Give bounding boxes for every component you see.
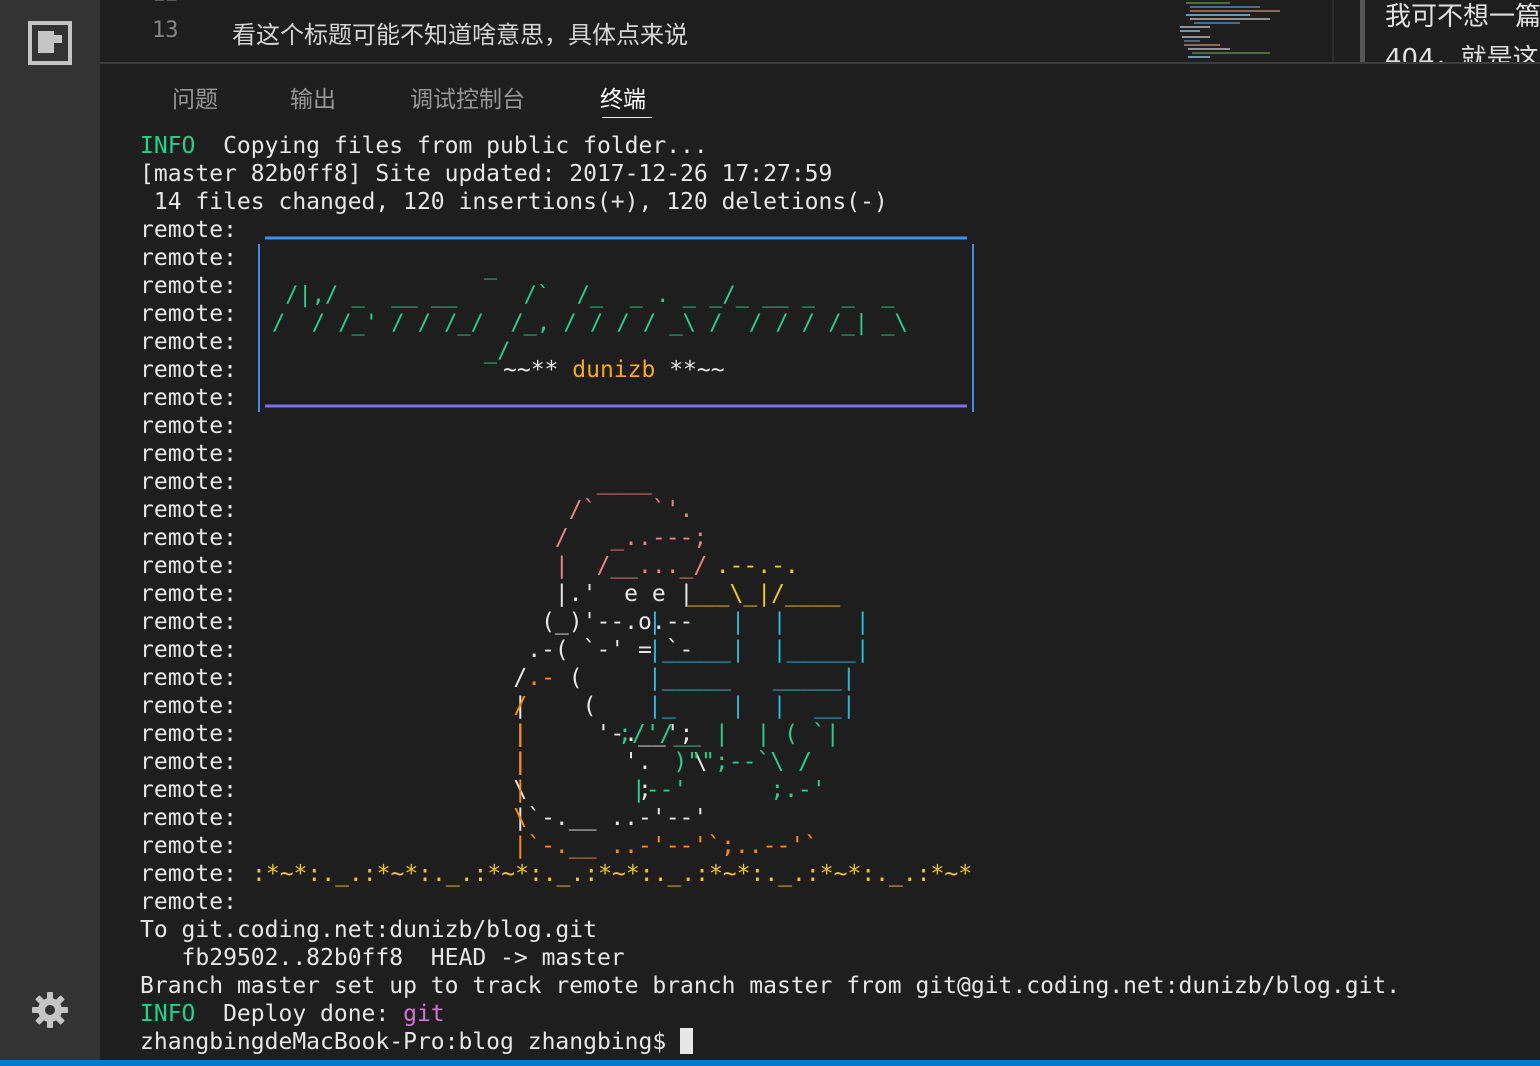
remote-prefix: remote:: [140, 609, 237, 635]
remote-prefix: remote:: [140, 329, 237, 355]
line-number-prev: 12: [152, 0, 179, 7]
gift-bow-ascii: .--.-. ___\_|/____: [688, 553, 841, 607]
remote-prefix: remote:: [140, 525, 237, 551]
santa-hat-ascii: ____ /` `'. / _..---; | /__..._/: [554, 469, 708, 579]
line-number: 13: [152, 18, 179, 43]
remote-prefix: remote:: [140, 497, 237, 523]
deploy-target: git: [403, 1001, 445, 1027]
panel-tabs: 问题 输出 调试控制台 终端: [100, 64, 1540, 124]
shell-prompt: zhangbingdeMacBook-Pro:blog zhangbing$: [140, 1029, 681, 1055]
gift-box-ascii: | | | | |_____| |_____| |_____ _____| |_…: [648, 609, 870, 719]
banner-author: ~~** dunizb **~~: [503, 357, 725, 383]
remote-prefix: remote:: [140, 581, 237, 607]
remote-prefix: remote:: [140, 889, 237, 915]
sparkle-line: :*~*:._.:*~*:._.:*~*:._.:*~*:._.:*~*:._.…: [252, 861, 973, 887]
terminal[interactable]: INFO Copying files from public folder...…: [140, 130, 1530, 1056]
remote-prefix: remote:: [140, 665, 237, 691]
remote-prefix: remote:: [140, 553, 237, 579]
info-label: INFO: [140, 1001, 196, 1027]
remote-prefix: remote:: [140, 693, 237, 719]
terminal-line: [master 82b0ff8] Site updated: 2017-12-2…: [140, 161, 833, 187]
deploy-text: Deploy done:: [195, 1001, 404, 1027]
activity-bar: [0, 0, 100, 1066]
remote-prefix: remote:: [140, 861, 237, 887]
terminal-cursor: [680, 1028, 694, 1054]
terminal-prompt-line[interactable]: zhangbingdeMacBook-Pro:blog zhangbing$: [140, 1028, 694, 1056]
status-bar: [0, 1060, 1540, 1066]
tab-debug-console[interactable]: 调试控制台: [410, 80, 525, 114]
active-tab-indicator: [602, 117, 652, 118]
tab-problems[interactable]: 问题: [172, 80, 218, 114]
info-label: INFO: [140, 133, 196, 159]
remote-prefix: remote:: [140, 637, 237, 663]
terminal-line: fb29502..82b0ff8 HEAD -> master: [140, 945, 625, 971]
terminal-line: To git.coding.net:dunizb/blog.git: [140, 917, 597, 943]
preview-title: 我可不想一篇: [1385, 2, 1540, 32]
tab-terminal[interactable]: 终端: [600, 80, 646, 114]
remote-prefix: remote:: [140, 273, 237, 299]
remote-prefix: remote:: [140, 413, 237, 439]
remote-prefix: remote:: [140, 721, 237, 747]
gift-base-ascii: ;/'/__ | | ( `| )"";--`\ / |--' ;.-': [618, 721, 840, 803]
remote-prefix: remote:: [140, 749, 237, 775]
terminal-line: Branch master set up to track remote bra…: [140, 973, 1401, 999]
remote-prefix: remote:: [140, 833, 237, 859]
terminal-line: INFO Copying files from public folder...: [140, 132, 708, 160]
editor-line-text[interactable]: 看这个标题可能不知道啥意思，具体点来说: [232, 15, 688, 50]
minimap[interactable]: [1170, 0, 1302, 60]
remote-prefix: remote:: [140, 469, 237, 495]
remote-prefix: remote:: [140, 777, 237, 803]
remote-prefix: remote:: [140, 245, 237, 271]
remote-prefix: remote:: [140, 441, 237, 467]
remote-prefix: remote:: [140, 385, 237, 411]
merry-christmas-ascii: _ /|,/ _ __ __ /` /_ _ . _ _/_ __ _ _ _ …: [272, 255, 908, 364]
explorer-icon[interactable]: [28, 21, 72, 65]
terminal-line: INFO Deploy done: git: [140, 1000, 445, 1028]
editor-area: 12 13 看这个标题可能不知道啥意思，具体点来说 我可不想一篇 404，就是这: [100, 0, 1540, 64]
remote-prefix: remote:: [140, 357, 237, 383]
terminal-line: 14 files changed, 120 insertions(+), 120…: [140, 189, 888, 215]
author-name: dunizb: [572, 357, 656, 383]
remote-prefix: remote:: [140, 805, 237, 831]
tab-output[interactable]: 输出: [290, 80, 336, 114]
preview-divider: [1332, 0, 1334, 62]
gear-icon[interactable]: [28, 988, 72, 1032]
remote-prefix: remote:: [140, 217, 237, 243]
remote-prefix: remote:: [140, 301, 237, 327]
copy-message: Copying files from public folder...: [195, 133, 708, 159]
markdown-preview: 我可不想一篇 404，就是这: [1360, 0, 1540, 62]
preview-subtitle: 404，就是这: [1385, 44, 1539, 62]
